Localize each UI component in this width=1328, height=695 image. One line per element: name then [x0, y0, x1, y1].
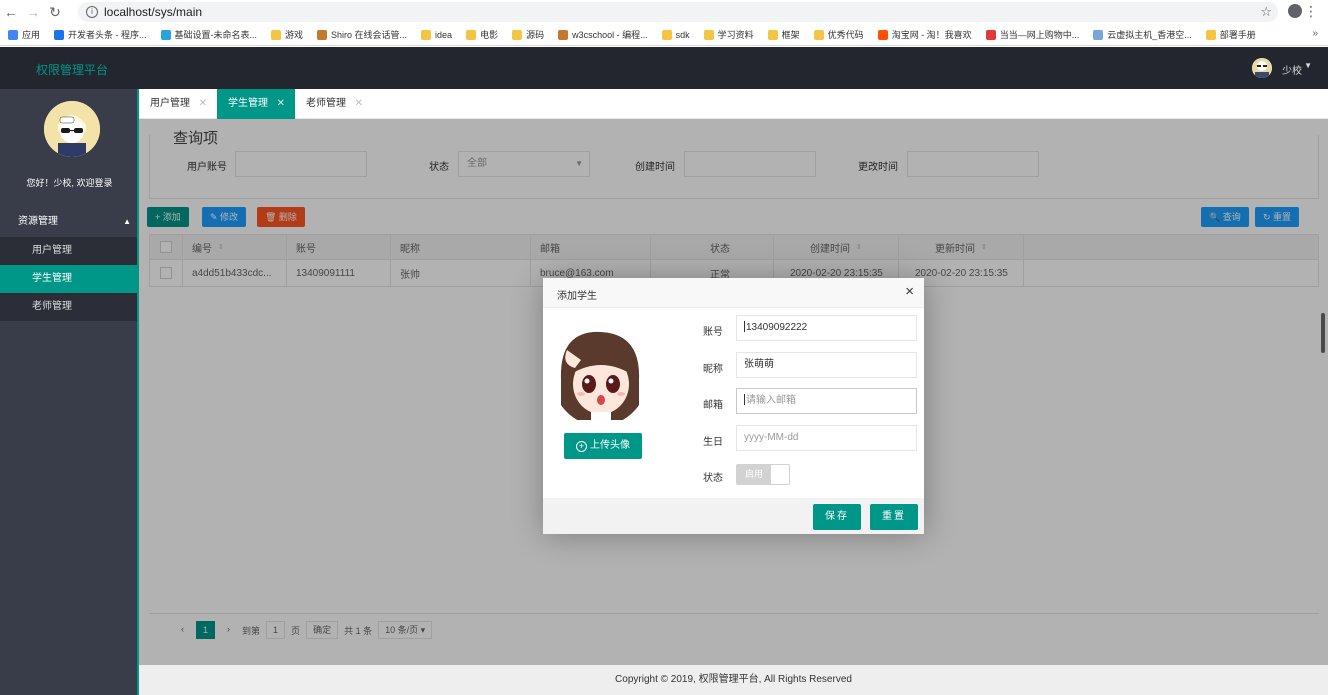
bookmark-folder[interactable]: 学习资料	[703, 28, 754, 41]
bookmark-item[interactable]: 淘宝网 - 淘！我喜欢	[877, 28, 972, 41]
site-icon	[558, 29, 569, 40]
user-avatar[interactable]	[1252, 58, 1272, 78]
menu-group-resource[interactable]: 资源管理 ▲	[0, 211, 139, 233]
email-input[interactable]: 请输入邮箱	[736, 388, 917, 414]
account-input[interactable]: 13409092222	[736, 315, 917, 341]
folder-icon	[271, 29, 282, 40]
bookmarks-bar: 应用 开发者头条 - 程序... 基础设置-未命名表... 游戏 Shiro 在…	[0, 24, 1328, 46]
sidebar: 您好！少校, 欢迎登录 资源管理 ▲ 用户管理 学生管理 老师管理	[0, 89, 139, 695]
account-icon[interactable]	[1288, 4, 1302, 18]
bookmark-item[interactable]: 当当—网上购物中...	[985, 28, 1079, 41]
nickname-input[interactable]: 张萌萌	[736, 352, 917, 378]
url-text: localhost/sys/main	[104, 5, 203, 19]
status-switch[interactable]: 启用	[736, 464, 790, 485]
plus-circle-icon: +	[576, 441, 587, 452]
user-name[interactable]: 少校	[1282, 62, 1302, 77]
cloud-icon	[160, 29, 171, 40]
welcome-text: 您好！少校, 欢迎登录	[26, 178, 113, 188]
dialog-title: 添加学生	[557, 291, 597, 302]
bookmark-folder[interactable]: 电影	[466, 28, 498, 41]
birthday-input[interactable]: yyyy-MM-dd	[736, 425, 917, 451]
site-icon	[1093, 29, 1104, 40]
save-button[interactable]: 保存	[813, 504, 861, 530]
folder-icon	[767, 29, 778, 40]
address-bar[interactable]: i localhost/sys/main ☆	[78, 2, 1278, 22]
folder-icon	[813, 29, 824, 40]
tab-bar: 用户管理 ✕ 学生管理 ✕ 老师管理 ✕	[139, 89, 1328, 119]
dialog-header: 添加学生 ×	[543, 278, 924, 308]
folder-icon	[1205, 29, 1216, 40]
browser-toolbar: ← → ↻ i localhost/sys/main ☆ ⋮	[0, 0, 1328, 24]
footer: Copyright © 2019, 权限管理平台, All Rights Res…	[139, 665, 1328, 695]
birthday-label: 生日	[703, 437, 723, 448]
dialog-footer: 保存 重置	[543, 498, 924, 534]
site-icon	[985, 29, 996, 40]
tab-students[interactable]: 学生管理 ✕	[217, 89, 295, 119]
add-student-dialog: 添加学生 × + 上传头像 账号 13409092222 昵称 张萌萌 邮箱 请输…	[543, 278, 924, 534]
close-icon[interactable]: ✕	[355, 89, 363, 119]
tab-teachers[interactable]: 老师管理 ✕	[295, 89, 373, 119]
folder-icon	[661, 29, 672, 40]
reset-button[interactable]: 重置	[870, 504, 918, 530]
menu-group-label: 资源管理	[18, 216, 58, 227]
folder-icon	[512, 29, 523, 40]
scrollbar-thumb[interactable]	[1321, 313, 1325, 353]
bookmark-item[interactable]: 开发者头条 - 程序...	[54, 28, 147, 41]
forward-icon[interactable]: →	[22, 4, 44, 20]
info-icon[interactable]: i	[86, 6, 98, 18]
close-icon[interactable]: ×	[905, 283, 914, 301]
sidebar-item-students[interactable]: 学生管理	[0, 265, 137, 293]
folder-icon	[466, 29, 477, 40]
site-icon	[317, 29, 328, 40]
browser-menu-icon[interactable]: ⋮	[1304, 3, 1318, 20]
bookmark-folder[interactable]: 游戏	[271, 28, 303, 41]
bookmark-apps[interactable]: 应用	[8, 28, 40, 41]
bookmark-star-icon[interactable]: ☆	[1260, 4, 1272, 20]
sidebar-item-teachers[interactable]: 老师管理	[0, 293, 137, 321]
caret-down-icon[interactable]: ▼	[1304, 61, 1312, 70]
bookmark-folder[interactable]: sdk	[661, 29, 690, 40]
text-cursor	[744, 321, 745, 332]
folder-icon	[421, 29, 432, 40]
nickname-label: 昵称	[703, 364, 723, 375]
avatar-preview	[551, 320, 649, 426]
bookmark-item[interactable]: Shiro 在线会话管...	[317, 28, 407, 41]
tab-users[interactable]: 用户管理 ✕	[139, 89, 217, 119]
back-icon[interactable]: ←	[0, 4, 22, 20]
site-icon	[877, 29, 888, 40]
caret-up-icon: ▲	[123, 217, 131, 226]
bookmarks-overflow-icon[interactable]: »	[1312, 28, 1318, 39]
bookmark-item[interactable]: 基础设置-未命名表...	[160, 28, 257, 41]
bookmark-folder[interactable]: 框架	[767, 28, 800, 41]
sidebar-item-users[interactable]: 用户管理	[0, 237, 137, 265]
upload-avatar-button[interactable]: + 上传头像	[564, 433, 642, 459]
app-title: 权限管理平台	[36, 63, 109, 77]
bookmark-item[interactable]: 云虚拟主机_香港空...	[1093, 28, 1192, 41]
switch-text: 启用	[737, 465, 771, 484]
email-label: 邮箱	[703, 400, 723, 411]
apps-icon	[8, 29, 18, 40]
bookmark-folder[interactable]: 源码	[512, 28, 544, 41]
bookmark-item[interactable]: w3cschool - 编程...	[558, 28, 648, 41]
sidebar-avatar	[44, 101, 100, 157]
bookmark-folder[interactable]: 部署手册	[1205, 28, 1256, 41]
site-icon	[54, 29, 65, 40]
bookmark-folder[interactable]: idea	[421, 29, 452, 40]
folder-icon	[703, 29, 714, 40]
reload-icon[interactable]: ↻	[44, 4, 66, 21]
status-label: 状态	[703, 473, 723, 484]
close-icon[interactable]: ✕	[277, 89, 285, 119]
account-label: 账号	[703, 327, 723, 338]
bookmark-folder[interactable]: 优秀代码	[813, 28, 864, 41]
close-icon[interactable]: ✕	[199, 89, 207, 119]
app-header: 权限管理平台 少校 ▼	[0, 47, 1328, 89]
text-cursor	[744, 394, 745, 405]
